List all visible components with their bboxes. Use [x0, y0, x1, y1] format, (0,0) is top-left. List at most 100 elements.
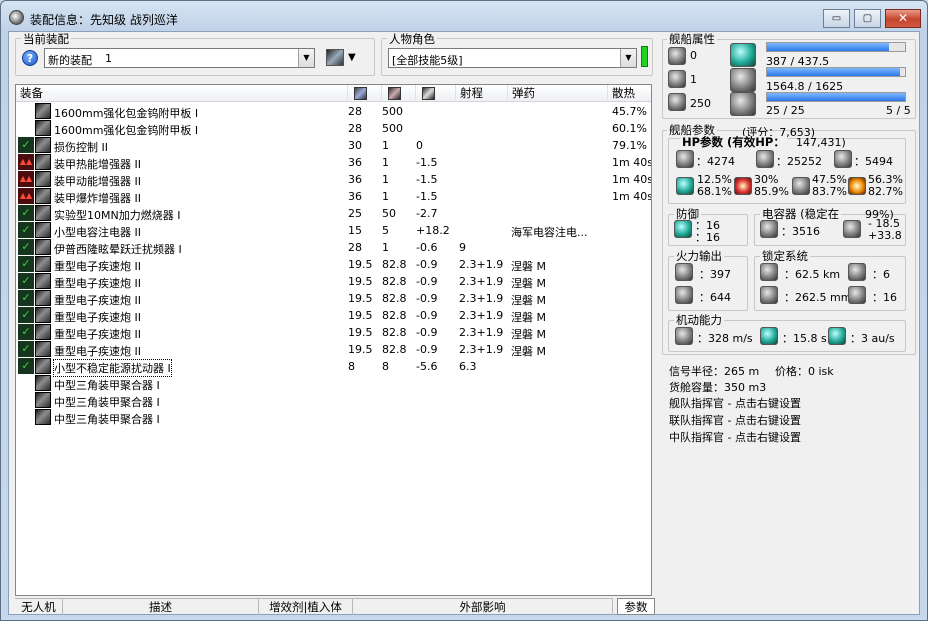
module-ammo: 涅磐 M — [511, 294, 546, 307]
chevron-down-icon[interactable]: ▼ — [620, 49, 636, 67]
module-capacitor: 28 — [348, 105, 362, 118]
module-row[interactable]: ✓ 重型电子疾速炮 II 19.5 82.8 -0.9 2.3+1.9 涅磐 M — [16, 324, 651, 341]
tab-boosters-implants[interactable]: 增效剂|植入体 — [259, 598, 353, 615]
module-cpu: 8 — [382, 360, 389, 373]
help-icon[interactable]: ? — [22, 50, 38, 66]
module-icon — [35, 307, 51, 323]
module-active-icon[interactable]: ✓ — [18, 239, 34, 255]
close-button[interactable]: ✕ — [885, 9, 921, 28]
module-row[interactable]: ✓ 重型电子疾速炮 II 19.5 82.8 -0.9 2.3+1.9 涅磐 M — [16, 290, 651, 307]
tab-drones[interactable]: 无人机 — [15, 598, 63, 615]
module-active-icon[interactable]: ✓ — [18, 205, 34, 221]
module-active-icon[interactable]: ✓ — [18, 256, 34, 272]
module-ammo: 涅磐 M — [511, 277, 546, 290]
tab-description[interactable]: 描述 — [63, 598, 259, 615]
drone-bay-icon — [668, 93, 686, 111]
signature-radius: 信号半径：265 m — [669, 365, 760, 378]
module-name: 中型三角装甲聚合器 I — [54, 379, 160, 392]
module-name: 中型三角装甲聚合器 I — [54, 413, 160, 426]
firepower-label: 火力输出 — [674, 249, 724, 263]
col-cpu[interactable] — [382, 85, 416, 102]
col-powergrid[interactable] — [416, 85, 456, 102]
fit-select[interactable]: 新的装配 1 ▼ — [44, 48, 315, 68]
tab-parameters[interactable]: 参数 — [617, 598, 655, 615]
module-row[interactable]: ✓ 重型电子疾速炮 II 19.5 82.8 -0.9 2.3+1.9 涅磐 M — [16, 256, 651, 273]
module-active-icon[interactable]: ✓ — [18, 222, 34, 238]
module-name: 重型电子疾速炮 II — [54, 277, 141, 290]
module-active-icon[interactable]: ✓ — [18, 324, 34, 340]
squad-commander[interactable]: 中队指挥官 - 点击右键设置 — [669, 429, 801, 445]
module-icon — [35, 392, 51, 408]
module-active-icon[interactable]: ✓ — [18, 137, 34, 153]
maximize-button[interactable]: ▢ — [854, 9, 881, 28]
module-row[interactable]: 中型三角装甲聚合器 I — [16, 392, 651, 409]
module-row[interactable]: ✓ 重型电子疾速炮 II 19.5 82.8 -0.9 2.3+1.9 涅磐 M — [16, 307, 651, 324]
kinetic-resist-icon — [792, 177, 810, 195]
module-powergrid: -1.5 — [416, 156, 438, 169]
slot-turret: 0 — [690, 49, 697, 62]
powergrid-bar-fill — [767, 68, 900, 76]
warp-speed-icon — [828, 327, 846, 345]
character-value: [全部技能5级] — [392, 54, 463, 67]
velocity-icon — [675, 327, 693, 345]
module-ammo: 涅磐 M — [511, 260, 546, 273]
armor-hp: ：25252 — [776, 155, 822, 168]
module-range: 2.3+1.9 — [459, 309, 504, 322]
tab-external-effects[interactable]: 外部影响 — [353, 598, 613, 615]
module-row[interactable]: ▲▲ 装甲动能增强器 II 36 1 -1.5 1m 40s — [16, 171, 651, 188]
module-icon — [35, 290, 51, 306]
col-capacitor[interactable] — [348, 85, 382, 102]
col-ammo[interactable]: 弹药 — [508, 85, 608, 102]
chevron-down-icon[interactable]: ▼ — [298, 49, 314, 67]
module-row[interactable]: ✓ 小型电容注电器 II 15 5 +18.2 海军电容注电... — [16, 222, 651, 239]
module-active-icon[interactable]: ✓ — [18, 273, 34, 289]
col-range[interactable]: 射程 — [456, 85, 508, 102]
module-list[interactable]: 装备 射程 弹药 散热 1600mm强化包金钨附甲板 I 28 500 45.7% 16… — [15, 84, 652, 596]
module-heat: 1m 40s — [612, 173, 652, 186]
character-select[interactable]: [全部技能5级] ▼ — [388, 48, 637, 68]
module-row[interactable]: ✓ 重型电子疾速炮 II 19.5 82.8 -0.9 2.3+1.9 涅磐 M — [16, 273, 651, 290]
col-equipment[interactable]: 装备 — [16, 85, 348, 102]
sensor-strength-icon — [848, 286, 866, 304]
module-cpu: 500 — [382, 122, 403, 135]
shield-icon — [676, 150, 694, 168]
align-time-icon — [760, 327, 778, 345]
fleet-commander[interactable]: 舰队指挥官 - 点击右键设置 — [669, 395, 801, 411]
firepower-dps: ：397 — [699, 268, 731, 281]
col-heat[interactable]: 散热 — [608, 85, 651, 102]
fit-tools-icon[interactable] — [326, 49, 344, 66]
module-row[interactable]: 1600mm强化包金钨附甲板 I 28 500 45.7% — [16, 103, 651, 120]
module-row[interactable]: ✓ 伊普西隆眩晕跃迁扰频器 I 28 1 -0.6 9 — [16, 239, 651, 256]
module-row[interactable]: ▲▲ 装甲热能增强器 II 36 1 -1.5 1m 40s — [16, 154, 651, 171]
wing-commander[interactable]: 联队指挥官 - 点击右键设置 — [669, 412, 801, 428]
window-title: 装配信息：先知级 战列巡洋 — [30, 13, 178, 27]
kinetic-resist-armor: 83.7% — [812, 185, 847, 198]
mobility-label: 机动能力 — [674, 313, 724, 327]
module-overheat-icon[interactable]: ▲▲ — [18, 171, 34, 187]
capacitor-label: 电容器 (稳定在 — [760, 207, 842, 221]
module-row[interactable]: ✓ 重型电子疾速炮 II 19.5 82.8 -0.9 2.3+1.9 涅磐 M — [16, 341, 651, 358]
module-heat: 1m 40s — [612, 190, 652, 203]
em-resist-icon — [676, 177, 694, 195]
module-active-icon[interactable]: ✓ — [18, 290, 34, 306]
module-row[interactable]: ▲▲ 装甲爆炸增强器 II 36 1 -1.5 1m 40s — [16, 188, 651, 205]
calibration-bar — [766, 92, 906, 102]
module-row[interactable]: ✓ 损伤控制 II 30 1 0 79.1% — [16, 137, 651, 154]
bottom-tabs: 无人机 描述 增效剂|植入体 外部影响 参数 — [15, 598, 655, 615]
powergrid-icon — [730, 68, 756, 92]
module-ammo: 涅磐 M — [511, 345, 546, 358]
max-velocity: ：328 m/s — [697, 332, 753, 345]
module-row[interactable]: 1600mm强化包金钨附甲板 I 28 500 60.1% — [16, 120, 651, 137]
module-overheat-icon[interactable]: ▲▲ — [18, 154, 34, 170]
fit-menu-chevron-icon[interactable]: ▼ — [348, 52, 356, 63]
module-overheat-icon[interactable]: ▲▲ — [18, 188, 34, 204]
module-row[interactable]: ✓ 小型不稳定能源扰动器 I 8 8 -5.6 6.3 — [16, 358, 651, 377]
module-active-icon[interactable]: ✓ — [18, 307, 34, 323]
module-row[interactable]: 中型三角装甲聚合器 I — [16, 409, 651, 426]
minimize-button[interactable]: ▭ — [823, 9, 850, 28]
module-active-icon[interactable]: ✓ — [18, 341, 34, 357]
module-row[interactable]: ✓ 实验型10MN加力燃烧器 I 25 50 -2.7 — [16, 205, 651, 222]
title-bar[interactable]: 装配信息：先知级 战列巡洋 ▭ ▢ ✕ — [1, 1, 927, 31]
module-row[interactable]: 中型三角装甲聚合器 I — [16, 375, 651, 392]
module-active-icon[interactable]: ✓ — [18, 358, 34, 374]
